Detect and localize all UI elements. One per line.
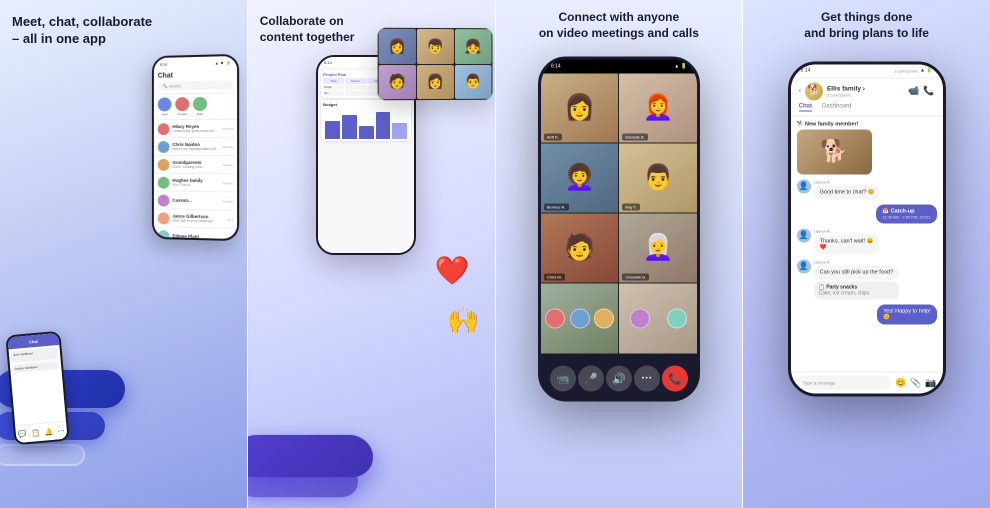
list-item[interactable]: Hilary Reyes I shared the great news wit… — [154, 120, 237, 138]
msg-received-2: 👤 Lauren A. Thanks, can't wait! 😄❤️ — [797, 228, 937, 254]
list-item[interactable]: Jance Gilbertson chat, talk to you tomor… — [154, 209, 237, 229]
small-phone: Chat Josh VanBuren ... Joshua VanBuren 💬… — [5, 331, 69, 445]
panel-video: Connect with anyoneon video meetings and… — [496, 0, 743, 508]
attach-button[interactable]: 📎 — [910, 377, 921, 388]
chat-phone-3d: 8:14 ▲ ◾ 🔋 Chat 🔍 Search Aadi Krystal Ke… — [152, 54, 239, 241]
search-bar[interactable]: 🔍 Search — [158, 80, 233, 90]
msg-sent-invite: 📅 Catch-up 11:30 AM - 2:00 PM, 3/1/21 — [797, 204, 937, 223]
camera-button[interactable]: 📹 — [550, 366, 576, 392]
chat-app-phone: 8:14 3 participants ▲ 🔋 ‹ 🐕 Ellis family… — [788, 61, 946, 396]
msg-notification: 🐕 New family member! 🐕 — [797, 121, 937, 174]
purple-ring-large — [248, 435, 375, 477]
list-item[interactable]: Chris Naidoo Mind if we eat/play/watch t… — [154, 138, 237, 156]
mic-button[interactable]: 🎤 — [578, 366, 604, 392]
list-item[interactable]: Hughes family You: This is Sunday — [154, 174, 237, 193]
panel-2-title: Collaborate oncontent together — [248, 0, 495, 51]
camera-button-input[interactable]: 📷 — [925, 377, 936, 388]
panel-tasks: Get things doneand bring plans to life 8… — [743, 0, 990, 508]
panel-3-title: Connect with anyoneon video meetings and… — [529, 0, 709, 45]
list-item[interactable]: Grandparents Chris: Looking forw... Sund… — [154, 156, 237, 174]
video-phone: 8:14 ▲ 🔋 Antt K. 👩 Danielle B. 👩‍🦰 Berni… — [538, 56, 700, 401]
tab-chat[interactable]: Chat — [799, 103, 812, 111]
msg-received-1: 👤 Lauren A. Good time to chat? 😊 — [797, 179, 937, 199]
msg-received-3: 👤 Lauren A. Can you still pick up the fo… — [797, 259, 937, 299]
panel-meet-chat: Meet, chat, collaborate – all in one app… — [0, 0, 247, 508]
chat-list: Hilary Reyes I shared the great news wit… — [154, 120, 237, 241]
list-item[interactable]: Cassan... Sunday — [154, 191, 237, 210]
msg-sent-reply: Yes! Happy to help!😊 — [797, 304, 937, 324]
phone-icon[interactable]: 📞 — [923, 86, 934, 97]
emoji-button[interactable]: 😊 — [895, 377, 906, 388]
list-item[interactable]: Edmee Plant 5/11 — [154, 227, 237, 241]
video-icon[interactable]: 📹 — [908, 86, 919, 97]
blue-ring-2 — [0, 444, 85, 466]
heart-emoji: ❤️ — [435, 254, 470, 287]
panel-1-title: Meet, chat, collaborate – all in one app — [0, 0, 247, 54]
message-input[interactable]: Type a message — [797, 376, 891, 390]
tab-dashboard[interactable]: Dashboard — [822, 103, 851, 111]
more-button[interactable]: ··· — [634, 366, 660, 392]
speaker-button[interactable]: 🔊 — [606, 366, 632, 392]
panel-4-title: Get things doneand bring plans to life — [792, 0, 941, 45]
end-call-button[interactable]: 📞 — [662, 366, 688, 392]
panel-collaborate: Collaborate oncontent together 👩 👦 👧 🧑 👩… — [248, 0, 495, 508]
clap-emoji: 🙌 — [447, 305, 479, 336]
